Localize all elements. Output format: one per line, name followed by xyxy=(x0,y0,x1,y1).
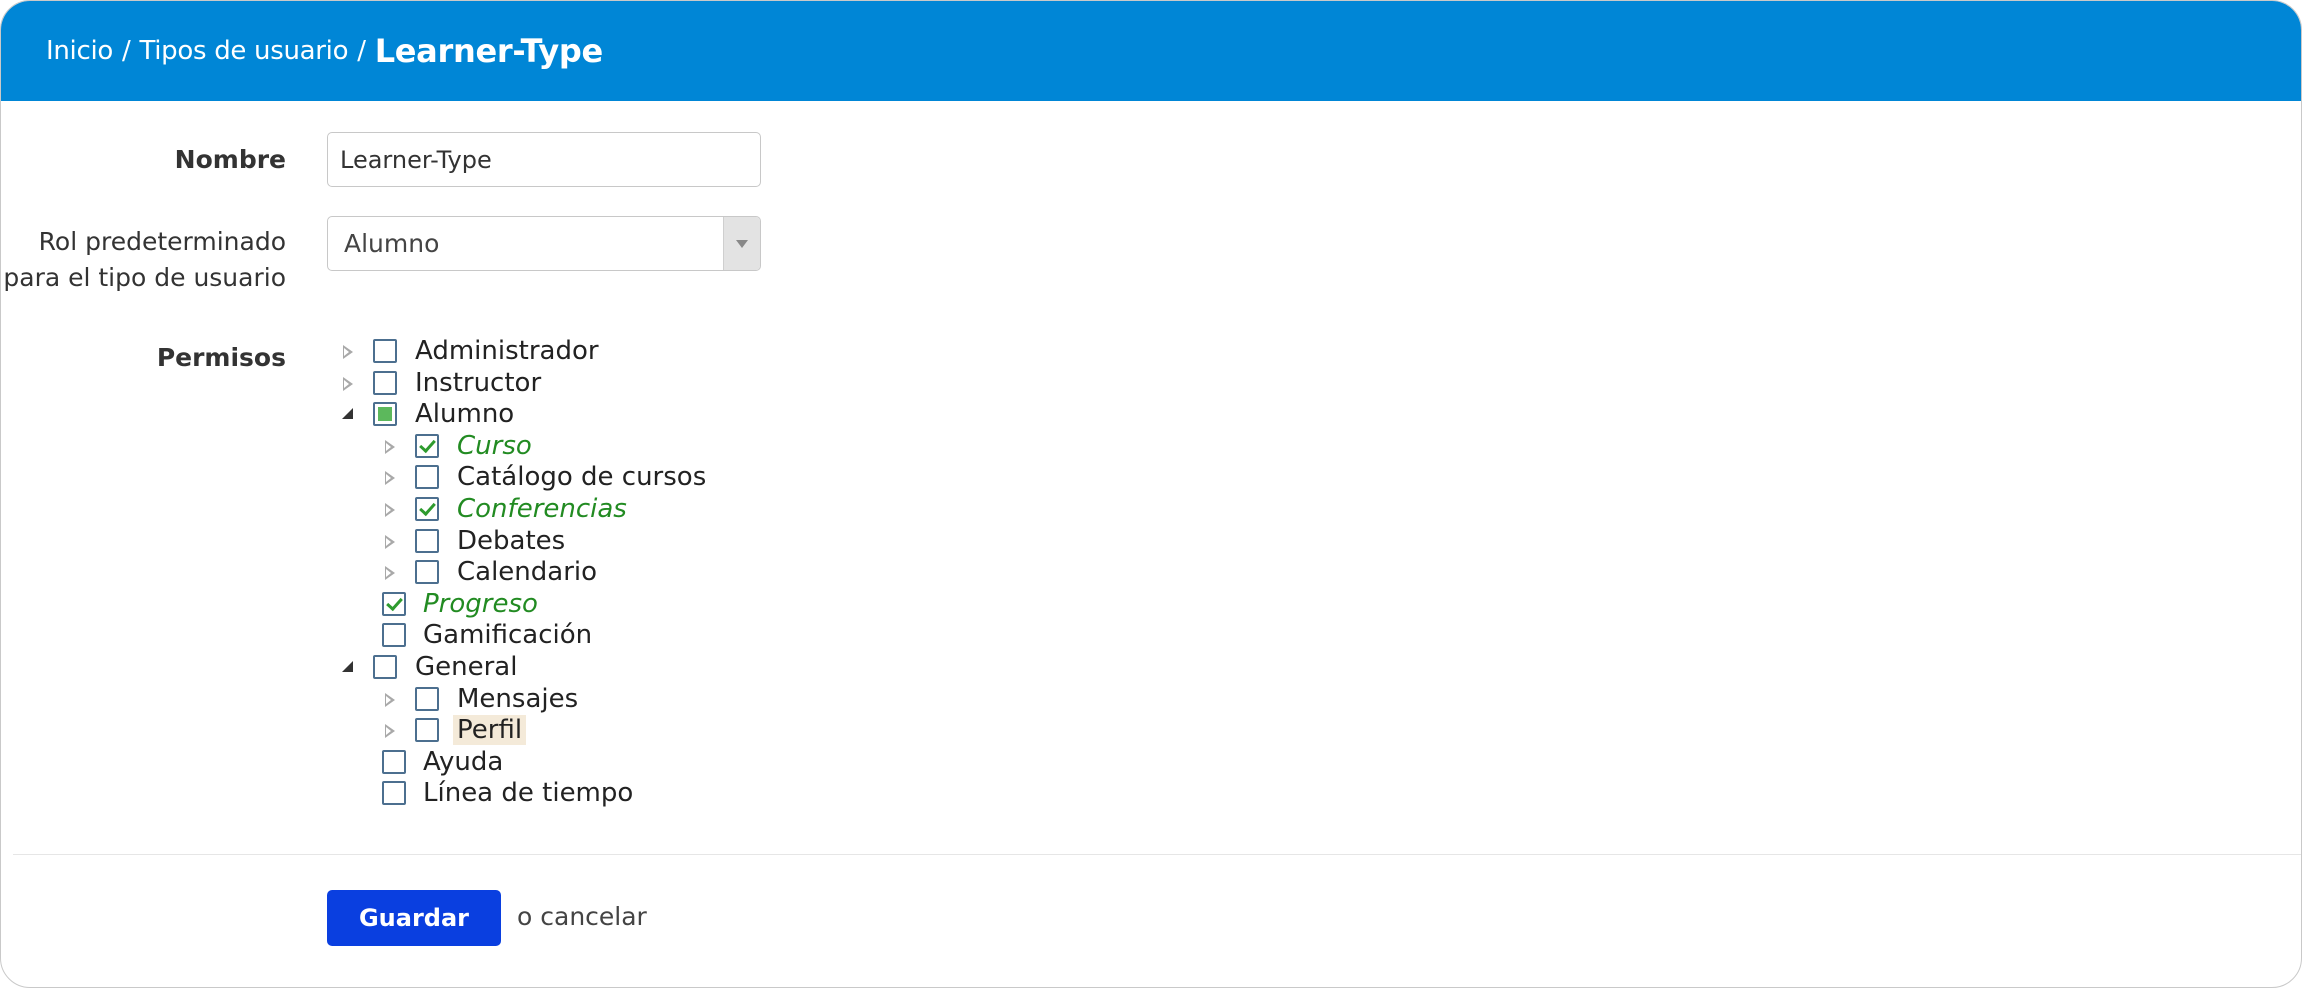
permission-label[interactable]: Mensajes xyxy=(453,684,582,714)
collapse-arrow-icon[interactable] xyxy=(342,408,353,419)
expand-arrow-icon[interactable] xyxy=(343,345,353,359)
divider xyxy=(13,854,2301,855)
permission-checkbox[interactable] xyxy=(415,718,439,742)
expand-arrow-icon[interactable] xyxy=(385,535,395,549)
permission-label[interactable]: Progreso xyxy=(419,589,542,619)
expand-arrow-icon[interactable] xyxy=(385,440,395,454)
default-role-label-line2: para el tipo de usuario xyxy=(3,263,286,292)
name-input[interactable] xyxy=(327,132,761,187)
breadcrumb-home-link[interactable]: Inicio xyxy=(46,36,113,66)
permission-label[interactable]: Calendario xyxy=(453,557,601,587)
expand-arrow-icon[interactable] xyxy=(343,377,353,391)
permission-checkbox[interactable] xyxy=(415,497,439,521)
breadcrumb: Inicio / Tipos de usuario / Learner-Type xyxy=(1,1,2301,101)
permission-checkbox[interactable] xyxy=(373,402,397,426)
expand-arrow-icon[interactable] xyxy=(385,693,395,707)
permission-label[interactable]: General xyxy=(411,652,521,682)
permission-label[interactable]: Catálogo de cursos xyxy=(453,462,710,492)
permission-checkbox[interactable] xyxy=(373,371,397,395)
permission-checkbox[interactable] xyxy=(415,687,439,711)
permission-label[interactable]: Administrador xyxy=(411,336,603,366)
permission-checkbox[interactable] xyxy=(382,750,406,774)
name-label: Nombre xyxy=(174,145,286,174)
permission-checkbox[interactable] xyxy=(415,465,439,489)
save-button[interactable]: Guardar xyxy=(327,890,501,946)
permission-label[interactable]: Instructor xyxy=(411,368,545,398)
expand-arrow-icon[interactable] xyxy=(385,503,395,517)
permission-checkbox[interactable] xyxy=(415,560,439,584)
permission-checkbox[interactable] xyxy=(382,781,406,805)
expand-arrow-icon[interactable] xyxy=(385,566,395,580)
collapse-arrow-icon[interactable] xyxy=(342,661,353,672)
breadcrumb-user-types-link[interactable]: Tipos de usuario xyxy=(139,36,348,66)
permission-checkbox[interactable] xyxy=(415,529,439,553)
default-role-selected-value: Alumno xyxy=(344,229,440,258)
permissions-label: Permisos xyxy=(156,343,286,372)
or-text: o xyxy=(517,902,533,931)
default-role-label: Rol predeterminado para el tipo de usuar… xyxy=(3,224,286,296)
user-type-edit-panel: Inicio / Tipos de usuario / Learner-Type… xyxy=(0,0,2302,988)
permission-label[interactable]: Gamificación xyxy=(419,620,596,650)
permission-checkbox[interactable] xyxy=(373,655,397,679)
page-title: Learner-Type xyxy=(374,32,604,70)
permission-checkbox[interactable] xyxy=(382,623,406,647)
cancel-link[interactable]: cancelar xyxy=(540,902,647,931)
expand-arrow-icon[interactable] xyxy=(385,724,395,738)
permission-label[interactable]: Ayuda xyxy=(419,747,507,777)
permission-checkbox[interactable] xyxy=(373,339,397,363)
permission-label[interactable]: Línea de tiempo xyxy=(419,778,637,808)
default-role-label-line1: Rol predeterminado xyxy=(38,227,286,256)
cancel-group: o cancelar xyxy=(517,899,647,935)
permission-checkbox[interactable] xyxy=(382,592,406,616)
permission-label[interactable]: Conferencias xyxy=(453,494,631,524)
breadcrumb-separator: / xyxy=(122,36,131,66)
chevron-down-icon xyxy=(736,239,748,248)
expand-arrow-icon[interactable] xyxy=(385,471,395,485)
permission-label[interactable]: Debates xyxy=(453,526,569,556)
select-dropdown-button[interactable] xyxy=(723,217,760,270)
permission-checkbox[interactable] xyxy=(415,434,439,458)
permission-label[interactable]: Alumno xyxy=(411,399,518,429)
permission-label[interactable]: Curso xyxy=(453,431,536,461)
breadcrumb-separator: / xyxy=(357,36,366,66)
permission-label[interactable]: Perfil xyxy=(453,715,527,745)
default-role-select[interactable]: Alumno xyxy=(327,216,761,271)
